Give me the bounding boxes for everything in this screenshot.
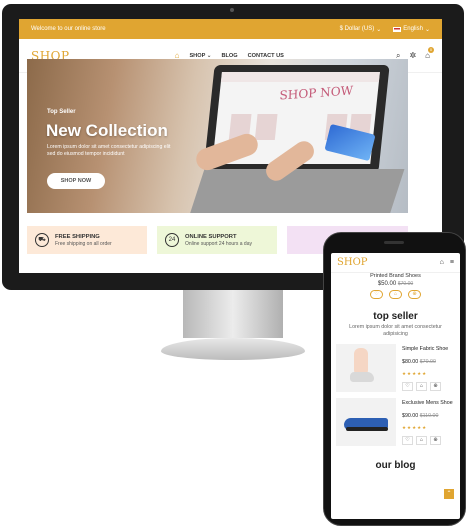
product-actions: ♡ ⌂ ⊕ — [402, 436, 457, 445]
language-label: English — [403, 26, 423, 32]
old-price: $70.00 — [397, 281, 414, 287]
product-name[interactable]: Exclusive Mens Shoe — [402, 400, 457, 406]
feature-online-support: 24 ONLINE SUPPORT Online support 24 hour… — [157, 226, 277, 254]
our-blog-title: our blog — [375, 460, 416, 471]
chevron-down-icon: ⌄ — [206, 52, 212, 59]
phone-speaker — [384, 241, 404, 244]
hero-title: New Collection — [46, 121, 168, 140]
top-seller-title: top seller — [373, 311, 418, 322]
hero-description: Lorem ipsum dolor sit amet consectetur a… — [47, 144, 171, 157]
welcome-text: Welcome to our online store — [31, 26, 106, 32]
cart-icon[interactable]: ⌂ — [440, 259, 444, 266]
shoe-sole-illustration — [346, 427, 388, 431]
flag-icon — [393, 26, 402, 32]
product-price: $90.00 $110.00 — [402, 413, 457, 419]
monitor-stand-neck — [183, 290, 283, 338]
add-to-cart-button[interactable]: ⌂ — [389, 290, 402, 299]
add-to-cart-button[interactable]: ⌂ — [416, 382, 427, 391]
cart-count-badge: 0 — [428, 47, 434, 53]
feature-title: ONLINE SUPPORT — [185, 233, 237, 240]
monitor-stand-base — [161, 338, 305, 360]
product-image[interactable] — [336, 398, 396, 446]
mobile-phone: SHOP ⌂ ≡ Printed Brand Shoes $50.00 $70.… — [323, 232, 466, 526]
prev-product-name: Printed Brand Shoes — [370, 273, 421, 279]
laptop-screen-bar — [220, 72, 380, 82]
hero-banner: SHOP NOW Top Seller New Collection Lorem… — [27, 59, 408, 213]
quick-view-button[interactable]: ⊕ — [430, 382, 441, 391]
product-price: $80.00 $70.00 — [402, 359, 457, 365]
shoe-illustration — [350, 372, 374, 382]
scroll-to-top-button[interactable]: ⌃ — [444, 489, 454, 499]
product-card[interactable]: Simple Fabric Shoe $80.00 $70.00 ★★★★★ ♡… — [331, 344, 460, 392]
currency-selector[interactable]: $ Dollar (US) ⌄ — [340, 26, 382, 33]
rating-stars: ★★★★★ — [402, 371, 428, 376]
language-selector[interactable]: English ⌄ — [393, 26, 430, 33]
nav-item-shop[interactable]: SHOP ⌄ — [189, 53, 211, 59]
hero-subtitle: Top Seller — [47, 109, 76, 115]
feature-free-shipping: ⛟ FREE SHIPPING Free shipping on all ord… — [27, 226, 147, 254]
mobile-header: SHOP ⌂ ≡ — [331, 253, 460, 273]
price: $50.00 — [377, 281, 397, 287]
top-bar: Welcome to our online store $ Dollar (US… — [19, 19, 442, 39]
top-seller-desc: Lorem ipsum dolor sit amet consectetur a… — [349, 324, 442, 337]
product-image[interactable] — [336, 344, 396, 392]
shop-now-button[interactable]: SHOP NOW — [47, 173, 105, 189]
quick-view-button[interactable]: ⊕ — [430, 436, 441, 445]
prev-product-actions: ♡ ⌂ ⊕ — [331, 290, 460, 299]
price: $90.00 — [402, 413, 419, 419]
product-name[interactable]: Simple Fabric Shoe — [402, 346, 457, 352]
product-info: Exclusive Mens Shoe $90.00 $110.00 ★★★★★… — [396, 398, 457, 446]
currency-label: $ Dollar (US) — [339, 26, 375, 32]
old-price: $110.00 — [419, 413, 439, 419]
nav-item-label: SHOP — [189, 52, 206, 59]
menu-icon[interactable]: ≡ — [450, 259, 454, 266]
feature-title: FREE SHIPPING — [55, 233, 100, 240]
quick-view-button[interactable]: ⊕ — [408, 290, 421, 299]
support-24-icon: 24 — [165, 233, 179, 247]
nav-item-contact[interactable]: CONTACT US — [248, 53, 284, 59]
camera-dot — [230, 8, 234, 12]
chevron-down-icon: ⌄ — [376, 26, 382, 33]
laptop-product-thumb — [254, 114, 278, 140]
wishlist-button[interactable]: ♡ — [402, 382, 413, 391]
wishlist-button[interactable]: ♡ — [402, 436, 413, 445]
truck-icon: ⛟ — [35, 233, 49, 247]
cart-icon[interactable]: ⌂ 0 — [425, 47, 434, 60]
mobile-header-icons: ⌂ ≡ — [440, 259, 454, 266]
old-price: $70.00 — [419, 359, 436, 365]
chevron-down-icon: ⌄ — [424, 26, 430, 33]
add-to-cart-button[interactable]: ⌂ — [416, 436, 427, 445]
prev-product-price: $50.00 $70.00 — [331, 281, 460, 287]
settings-icon[interactable]: ✲ — [409, 51, 416, 60]
feature-desc: Online support 24 hours a day — [185, 240, 252, 247]
product-card[interactable]: Exclusive Mens Shoe $90.00 $110.00 ★★★★★… — [331, 398, 460, 446]
feature-desc: Free shipping on all order — [55, 240, 112, 247]
price: $80.00 — [402, 359, 419, 365]
phone-screen: SHOP ⌂ ≡ Printed Brand Shoes $50.00 $70.… — [331, 253, 460, 519]
keyboard-illustration — [189, 169, 405, 213]
product-info: Simple Fabric Shoe $80.00 $70.00 ★★★★★ ♡… — [396, 344, 457, 392]
laptop-screen-text: SHOP NOW — [279, 83, 354, 103]
product-actions: ♡ ⌂ ⊕ — [402, 382, 457, 391]
nav-item-blog[interactable]: BLOG — [221, 53, 237, 59]
wishlist-button[interactable]: ♡ — [370, 290, 383, 299]
rating-stars: ★★★★★ — [402, 425, 428, 430]
mobile-logo[interactable]: SHOP — [337, 257, 368, 268]
